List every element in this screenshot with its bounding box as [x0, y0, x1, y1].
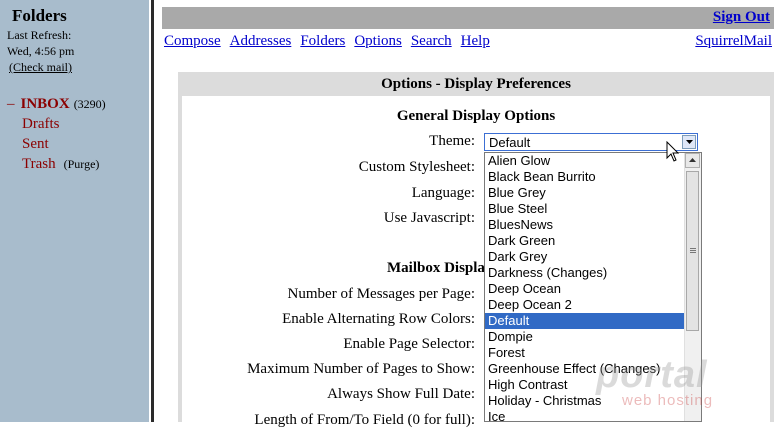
- dropdown-scrollbar[interactable]: [684, 153, 701, 421]
- theme-option[interactable]: Forest: [485, 345, 684, 361]
- mouse-cursor-icon: [666, 140, 680, 168]
- dropdown-arrow-icon[interactable]: [682, 135, 696, 149]
- nav-options[interactable]: Options: [354, 33, 402, 49]
- theme-option[interactable]: High Contrast: [485, 377, 684, 393]
- theme-option[interactable]: Ice: [485, 409, 684, 421]
- folder-drafts[interactable]: Drafts: [7, 114, 106, 134]
- theme-option[interactable]: Holiday - Christmas: [485, 393, 684, 409]
- nav-compose[interactable]: Compose: [164, 33, 221, 49]
- theme-option[interactable]: Darkness (Changes): [485, 265, 684, 281]
- theme-option[interactable]: Dark Green: [485, 233, 684, 249]
- folder-trash[interactable]: Trash (Purge): [7, 154, 106, 174]
- folder-sent[interactable]: Sent: [7, 134, 106, 154]
- squirrelmail-link[interactable]: SquirrelMail: [695, 33, 772, 50]
- label-theme: Theme:: [429, 133, 475, 149]
- check-mail-link[interactable]: (Check mail): [9, 59, 72, 75]
- theme-option[interactable]: Black Bean Burrito: [485, 169, 684, 185]
- folder-name[interactable]: Trash: [22, 156, 56, 172]
- theme-option[interactable]: Blue Steel: [485, 201, 684, 217]
- label-page-selector: Enable Page Selector:: [343, 336, 475, 352]
- theme-option[interactable]: BluesNews: [485, 217, 684, 233]
- theme-dropdown-list[interactable]: Alien Glow Black Bean Burrito Blue Grey Blu…: [484, 152, 702, 422]
- nav-addresses[interactable]: Addresses: [230, 33, 292, 49]
- label-alternating-row-colors: Enable Alternating Row Colors:: [282, 311, 475, 327]
- folder-name[interactable]: INBOX: [21, 96, 70, 112]
- unread-count: (3290): [73, 97, 106, 111]
- scroll-up-button[interactable]: [685, 153, 700, 168]
- folders-sidebar: Folders Last Refresh: Wed, 4:56 pm (Chec…: [0, 0, 149, 422]
- top-bar: Sign Out: [162, 7, 774, 29]
- label-language: Language:: [411, 185, 475, 201]
- folder-name[interactable]: Sent: [22, 136, 49, 152]
- last-refresh-label: Last Refresh:: [7, 28, 72, 42]
- purge-link[interactable]: (Purge): [64, 157, 100, 171]
- scroll-thumb[interactable]: [686, 171, 699, 331]
- last-refresh-time: Wed, 4:56 pm: [7, 44, 75, 58]
- folder-inbox[interactable]: – INBOX (3290): [7, 94, 106, 114]
- theme-option[interactable]: Dompie: [485, 329, 684, 345]
- label-from-to-length: Length of From/To Field (0 for full):: [254, 412, 475, 428]
- folder-list: – INBOX (3290) Drafts Sent Trash (Purge): [7, 94, 106, 174]
- collapse-toggle[interactable]: –: [7, 96, 15, 112]
- nav-search[interactable]: Search: [411, 33, 452, 49]
- label-messages-per-page: Number of Messages per Page:: [287, 286, 475, 302]
- label-full-date: Always Show Full Date:: [327, 386, 475, 402]
- theme-option[interactable]: Default: [485, 313, 684, 329]
- folder-name[interactable]: Drafts: [22, 116, 60, 132]
- label-use-javascript: Use Javascript:: [383, 210, 475, 226]
- frame-divider[interactable]: [151, 0, 154, 422]
- theme-option[interactable]: Deep Ocean 2: [485, 297, 684, 313]
- nav-folders[interactable]: Folders: [300, 33, 345, 49]
- theme-option[interactable]: Deep Ocean: [485, 281, 684, 297]
- theme-option[interactable]: Greenhouse Effect (Changes): [485, 361, 684, 377]
- label-custom-stylesheet: Custom Stylesheet:: [358, 159, 475, 175]
- theme-select-value: Default: [489, 135, 531, 150]
- sign-out-link[interactable]: Sign Out: [713, 9, 770, 26]
- theme-option[interactable]: Alien Glow: [485, 153, 684, 169]
- check-mail-text[interactable]: (Check mail): [9, 60, 72, 74]
- theme-option[interactable]: Dark Grey: [485, 249, 684, 265]
- sidebar-title: Folders: [12, 6, 67, 25]
- main-nav: Compose Addresses Folders Options Search Help: [164, 33, 499, 50]
- panel-title: Options - Display Preferences: [381, 76, 571, 92]
- nav-help[interactable]: Help: [461, 33, 490, 49]
- theme-option[interactable]: Blue Grey: [485, 185, 684, 201]
- section-general: General Display Options: [396, 108, 556, 124]
- section-mailbox: Mailbox Displa: [387, 260, 485, 276]
- label-max-pages: Maximum Number of Pages to Show:: [247, 361, 475, 377]
